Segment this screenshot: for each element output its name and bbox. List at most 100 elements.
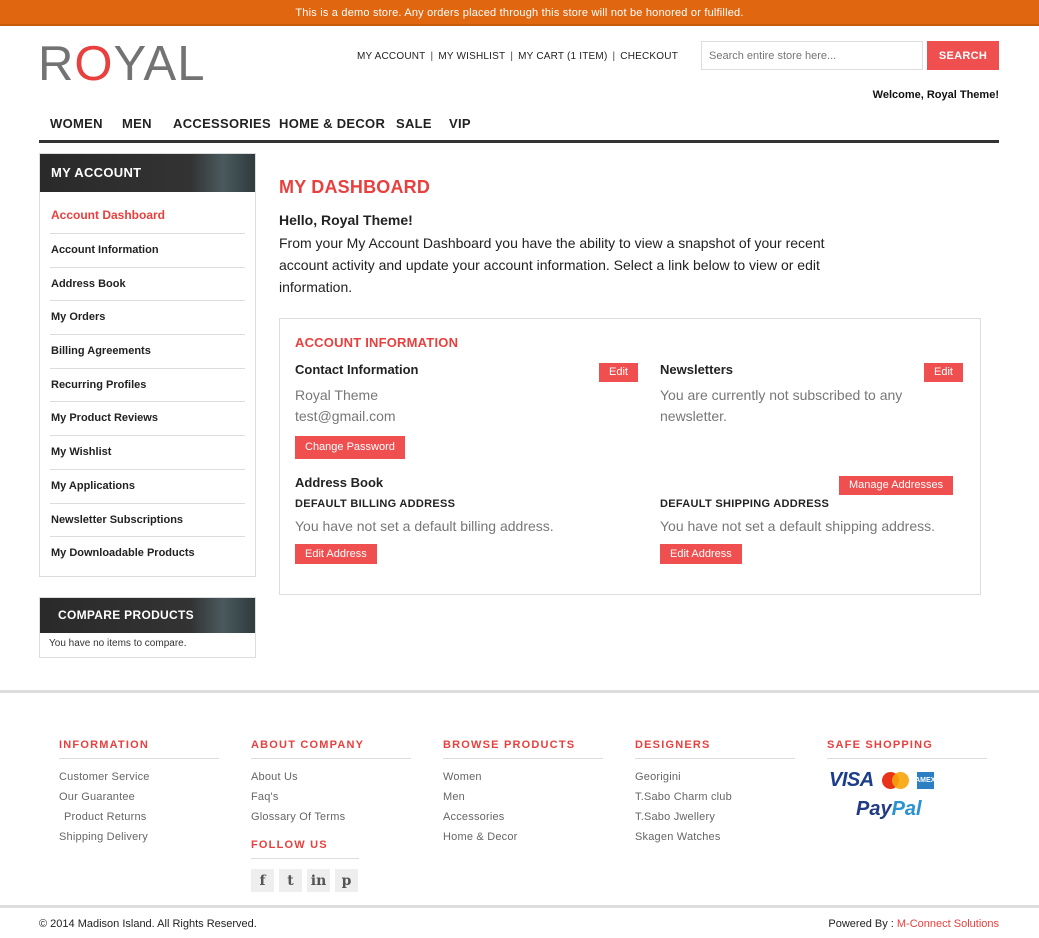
footer-safe-shopping-column: SAFE SHOPPING VISA AMEX PayPal: [827, 739, 987, 821]
newsletters-status: You are currently not subscribed to any …: [660, 387, 903, 424]
pinterest-icon[interactable]: p: [335, 869, 358, 892]
account-information-box: ACCOUNT INFORMATION Contact Information …: [279, 318, 981, 595]
nav-sale[interactable]: SALE: [396, 116, 432, 131]
footer-designers-column: DESIGNERS Georigini T.Sabo Charm club T.…: [635, 739, 795, 847]
footer-link-glossary[interactable]: Glossary Of Terms: [251, 807, 411, 827]
contact-edit-button[interactable]: Edit: [599, 363, 638, 382]
change-password-button[interactable]: Change Password: [295, 436, 405, 459]
powered-by: Powered By : M-Connect Solutions: [828, 918, 999, 930]
logo-letter-r: R: [38, 37, 75, 91]
customer-email: test@gmail.com: [295, 408, 396, 424]
edit-shipping-address-button[interactable]: Edit Address: [660, 544, 742, 564]
hello-greeting: Hello, Royal Theme!: [279, 212, 413, 228]
footer-designers-title: DESIGNERS: [635, 739, 795, 759]
nav-vip[interactable]: VIP: [449, 116, 471, 131]
checkout-link[interactable]: CHECKOUT: [620, 51, 678, 62]
manage-addresses-button[interactable]: Manage Addresses: [839, 476, 954, 495]
sidebar-item-account-dashboard[interactable]: Account Dashboard: [50, 192, 245, 234]
linkedin-icon[interactable]: in: [307, 869, 330, 892]
footer-link-georigini[interactable]: Georigini: [635, 767, 795, 787]
footer-information-column: INFORMATION Customer Service Our Guarant…: [59, 739, 219, 847]
paypal-pal: Pal: [891, 798, 922, 820]
footer-about-title: ABOUT COMPANY: [251, 739, 411, 759]
copyright-text: © 2014 Madison Island. All Rights Reserv…: [39, 918, 257, 930]
nav-home-decor[interactable]: HOME & DECOR: [279, 116, 385, 131]
footer-link-faqs[interactable]: Faq's: [251, 787, 411, 807]
footer-link-customer-service[interactable]: Customer Service: [59, 767, 219, 787]
nav-women[interactable]: WOMEN: [50, 116, 103, 131]
facebook-icon[interactable]: f: [251, 869, 274, 892]
customer-name: Royal Theme: [295, 387, 379, 403]
footer-link-tsabo-jwellery[interactable]: T.Sabo Jwellery: [635, 807, 795, 827]
sidebar-item-my-applications[interactable]: My Applications: [50, 470, 245, 504]
sidebar-item-billing-agreements[interactable]: Billing Agreements: [50, 335, 245, 369]
footer-link-men[interactable]: Men: [443, 787, 603, 807]
footer-about-column: ABOUT COMPANY About Us Faq's Glossary Of…: [251, 739, 411, 892]
my-account-link[interactable]: MY ACCOUNT: [357, 51, 426, 62]
dashboard-intro: From your My Account Dashboard you have …: [279, 235, 825, 295]
footer-link-shipping-delivery[interactable]: Shipping Delivery: [59, 827, 219, 847]
footer-link-home-decor[interactable]: Home & Decor: [443, 827, 603, 847]
site-footer: INFORMATION Customer Service Our Guarant…: [0, 690, 1039, 938]
compare-products-empty: You have no items to compare.: [49, 638, 187, 649]
footer-link-accessories[interactable]: Accessories: [443, 807, 603, 827]
sidebar-item-account-information[interactable]: Account Information: [50, 234, 245, 268]
my-wishlist-link[interactable]: MY WISHLIST: [438, 51, 505, 62]
sidebar-item-my-orders[interactable]: My Orders: [50, 301, 245, 336]
powered-by-label: Powered By :: [828, 918, 897, 930]
footer-link-product-returns[interactable]: Product Returns: [59, 807, 219, 827]
sidebar-item-my-product-reviews[interactable]: My Product Reviews: [50, 402, 245, 437]
powered-by-link[interactable]: M-Connect Solutions: [897, 918, 999, 930]
twitter-icon[interactable]: t: [279, 869, 302, 892]
default-billing-address-caption: DEFAULT BILLING ADDRESS: [295, 498, 456, 510]
footer-follow-title: FOLLOW US: [251, 839, 359, 859]
edit-billing-address-button[interactable]: Edit Address: [295, 544, 377, 564]
sidebar-item-address-book[interactable]: Address Book: [50, 268, 245, 302]
sidebar-item-newsletter-subscriptions[interactable]: Newsletter Subscriptions: [50, 504, 245, 538]
header-links: MY ACCOUNT | MY WISHLIST | MY CART (1 ITEM) |…: [357, 51, 678, 62]
paypal-pay: Pay: [856, 798, 892, 820]
main-navigation: WOMEN MEN ACCESSORIES HOME & DECOR SALE …: [39, 113, 999, 143]
link-separator: |: [430, 51, 434, 62]
compare-products-block: COMPARE PRODUCTS You have no items to co…: [39, 597, 256, 658]
default-shipping-address-text: You have not set a default shipping addr…: [660, 518, 936, 534]
footer-bottom-bar: © 2014 Madison Island. All Rights Reserv…: [0, 905, 1039, 938]
amex-icon: AMEX: [915, 772, 935, 789]
sidebar-item-my-downloadable-products[interactable]: My Downloadable Products: [50, 537, 245, 571]
social-links: f t in p: [251, 869, 411, 892]
welcome-message: Welcome, Royal Theme!: [872, 89, 999, 101]
footer-link-women[interactable]: Women: [443, 767, 603, 787]
paypal-icon: PayPal: [856, 798, 987, 821]
nav-men[interactable]: MEN: [122, 116, 152, 131]
nav-accessories[interactable]: ACCESSORIES: [173, 116, 271, 131]
page-title: MY DASHBOARD: [279, 177, 431, 197]
footer-link-about-us[interactable]: About Us: [251, 767, 411, 787]
footer-safe-shopping-title: SAFE SHOPPING: [827, 739, 987, 759]
my-cart-link[interactable]: MY CART (1 ITEM): [518, 51, 607, 62]
footer-link-our-guarantee[interactable]: Our Guarantee: [59, 787, 219, 807]
my-account-sidebar: MY ACCOUNT Account Dashboard Account Inf…: [39, 153, 256, 577]
address-book-title: Address Book: [295, 475, 384, 490]
footer-link-tsabo-charm[interactable]: T.Sabo Charm club: [635, 787, 795, 807]
link-separator: |: [510, 51, 514, 62]
visa-icon: VISA: [829, 769, 874, 791]
newsletters-edit-button[interactable]: Edit: [924, 363, 963, 382]
sidebar-title: MY ACCOUNT: [40, 154, 255, 192]
logo-letter-o: O: [74, 37, 114, 91]
payment-icons: VISA AMEX: [827, 769, 987, 792]
account-information-title: ACCOUNT INFORMATION: [295, 335, 459, 350]
link-separator: |: [612, 51, 616, 62]
footer-browse-title: BROWSE PRODUCTS: [443, 739, 603, 759]
store-logo[interactable]: ROYAL: [38, 38, 206, 90]
sidebar-menu: Account Dashboard Account Information Ad…: [40, 192, 255, 571]
mastercard-icon: [881, 772, 909, 789]
search-input[interactable]: [701, 41, 923, 70]
sidebar-item-recurring-profiles[interactable]: Recurring Profiles: [50, 369, 245, 403]
default-shipping-address-caption: DEFAULT SHIPPING ADDRESS: [660, 498, 830, 510]
sidebar-item-my-wishlist[interactable]: My Wishlist: [50, 436, 245, 470]
footer-browse-column: BROWSE PRODUCTS Women Men Accessories Ho…: [443, 739, 603, 847]
compare-products-title: COMPARE PRODUCTS: [40, 598, 255, 633]
search-button[interactable]: SEARCH: [927, 41, 999, 70]
footer-link-skagen-watches[interactable]: Skagen Watches: [635, 827, 795, 847]
demo-store-notice: This is a demo store. Any orders placed …: [0, 0, 1039, 26]
